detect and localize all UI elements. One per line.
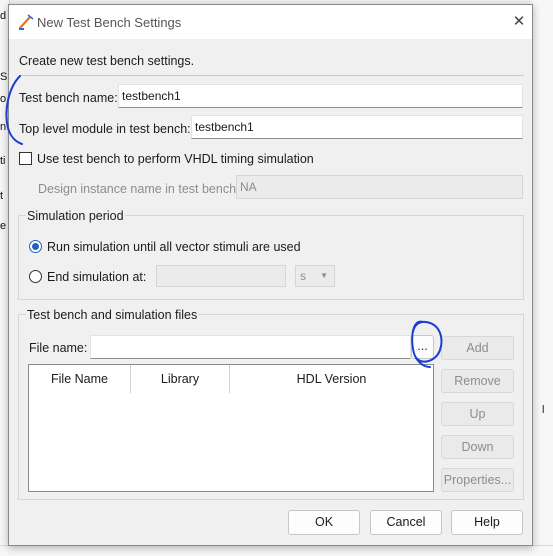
run-until-label: Run simulation until all vector stimuli … [47, 240, 301, 254]
vhdl-timing-checkbox[interactable] [19, 152, 32, 165]
help-button[interactable]: Help [451, 510, 523, 535]
remove-button[interactable]: Remove [441, 369, 514, 393]
background-glyph: ti [0, 155, 6, 167]
add-button[interactable]: Add [441, 336, 514, 360]
file-name-label: File name: [29, 341, 88, 355]
ok-button[interactable]: OK [288, 510, 360, 535]
time-unit-value: s [300, 269, 306, 283]
chevron-down-icon: ▼ [320, 271, 328, 280]
testbench-name-input[interactable]: testbench1 [118, 84, 523, 108]
top-module-input[interactable]: testbench1 [191, 115, 523, 139]
time-unit-select[interactable]: s ▼ [295, 265, 335, 287]
dialog-title: New Test Bench Settings [37, 15, 182, 30]
quartus-app-icon [18, 14, 34, 30]
end-at-input[interactable] [156, 265, 286, 287]
simulation-period-title: Simulation period [26, 209, 125, 223]
background-glyph: n [0, 121, 7, 133]
up-button[interactable]: Up [441, 402, 514, 426]
browse-button[interactable]: ... [411, 335, 434, 359]
testbench-name-label: Test bench name: [19, 91, 118, 105]
properties-button[interactable]: Properties... [441, 468, 514, 492]
header-text: Create new test bench settings. [19, 54, 195, 68]
cancel-button[interactable]: Cancel [370, 510, 442, 535]
background-glyph: l [542, 404, 545, 416]
files-group-title: Test bench and simulation files [26, 308, 199, 322]
design-instance-input[interactable]: NA [236, 175, 523, 199]
background-window-bottom [0, 545, 553, 556]
column-header-library[interactable]: Library [131, 365, 230, 393]
end-at-radio[interactable] [29, 270, 42, 283]
column-header-hdl-version[interactable]: HDL Version [230, 365, 433, 393]
vhdl-timing-label: Use test bench to perform VHDL timing si… [37, 152, 314, 166]
simulation-period-group [18, 215, 524, 300]
background-glyph: t [0, 190, 4, 202]
new-test-bench-dialog: New Test Bench Settings ✕ Create new tes… [8, 4, 533, 546]
header-divider [19, 75, 524, 76]
files-table[interactable]: File Name Library HDL Version [28, 364, 434, 492]
file-name-input[interactable] [90, 335, 411, 359]
design-instance-label: Design instance name in test bench: [38, 182, 240, 196]
background-glyph: d [0, 10, 7, 22]
column-header-file-name[interactable]: File Name [29, 365, 131, 393]
top-module-label: Top level module in test bench: [19, 122, 191, 136]
background-glyph: e [0, 220, 7, 232]
background-window-right: l [532, 0, 553, 556]
run-until-radio[interactable] [29, 240, 42, 253]
title-bar[interactable]: New Test Bench Settings ✕ [9, 5, 532, 39]
close-icon[interactable]: ✕ [510, 13, 528, 31]
background-glyph: S [0, 71, 8, 83]
down-button[interactable]: Down [441, 435, 514, 459]
end-at-label: End simulation at: [47, 270, 147, 284]
background-glyph: o [0, 93, 7, 105]
